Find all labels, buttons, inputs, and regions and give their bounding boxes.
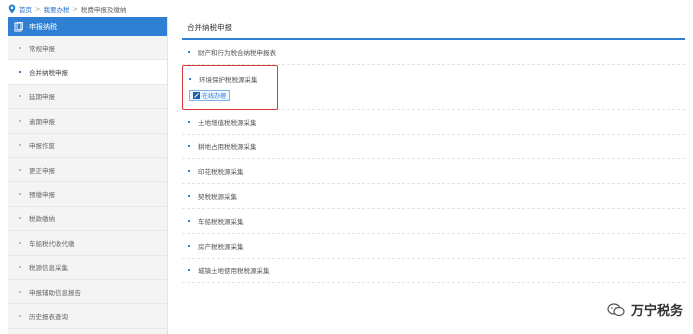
bullet-icon bbox=[19, 241, 21, 244]
breadcrumb-level2-link[interactable]: 我要办税 bbox=[43, 4, 69, 14]
sidebar-item-label: 申报辅助信息报告 bbox=[29, 288, 81, 297]
breadcrumb-separator: > bbox=[72, 5, 78, 13]
watermark: 万宁税务 bbox=[607, 300, 683, 319]
sidebar-item-combined-declaration[interactable]: 合并纳税申报 bbox=[8, 60, 167, 85]
sidebar-item-label: 车船税代收代缴 bbox=[29, 239, 75, 248]
breadcrumb-home-link[interactable]: 首页 bbox=[19, 4, 32, 14]
sidebar-item-label: 申报作废 bbox=[29, 142, 55, 151]
bullet-icon bbox=[19, 168, 21, 171]
sidebar-item-label: 合并纳税申报 bbox=[29, 69, 68, 78]
bullet-icon bbox=[188, 145, 190, 148]
breadcrumb-separator: > bbox=[35, 5, 41, 13]
sidebar-item-label: 预缴申报 bbox=[29, 191, 55, 200]
sidebar-item-overdue-declaration[interactable]: 逾期申报 bbox=[8, 109, 167, 134]
bullet-icon bbox=[188, 50, 190, 53]
list-item-label: 车船税税源采集 bbox=[198, 217, 244, 226]
location-pin-icon bbox=[8, 4, 16, 14]
breadcrumb: 首页 > 我要办税 > 税费申报及缴纳 bbox=[8, 3, 126, 15]
list-item-environmental-tax: 环境保护税税源采集 在线办理 bbox=[182, 64, 685, 110]
watermark-text: 万宁税务 bbox=[630, 304, 683, 319]
sidebar-item-auxiliary-info-report[interactable]: 申报辅助信息报告 bbox=[8, 280, 167, 305]
list-item-label: 耕地占用税税源采集 bbox=[198, 143, 257, 152]
sidebar-item-correct-declaration[interactable]: 更正申报 bbox=[8, 158, 167, 183]
bullet-icon bbox=[188, 170, 190, 173]
sidebar-item-label: 税源信息采集 bbox=[29, 264, 68, 273]
bullet-icon bbox=[19, 290, 21, 293]
list-item-label: 财产和行为税合纳税申报表 bbox=[198, 48, 276, 57]
highlight-box: 环境保护税税源采集 在线办理 bbox=[182, 64, 278, 110]
sidebar-item-label: 延期申报 bbox=[29, 93, 55, 102]
sidebar-item-deferred-declaration[interactable]: 延期申报 bbox=[8, 85, 167, 110]
main-panel: 合并纳税申报 财产和行为税合纳税申报表 环境保护税税源采集 在线办理 土地增值税… bbox=[182, 17, 685, 334]
sidebar-item-label: 历史报表查询 bbox=[29, 312, 68, 321]
sidebar-item-regular-declaration[interactable]: 常规申报 bbox=[8, 36, 167, 61]
page-title: 合并纳税申报 bbox=[182, 17, 685, 40]
list-item-label: 房产税税源采集 bbox=[198, 242, 244, 251]
bullet-icon bbox=[19, 46, 21, 49]
document-icon bbox=[14, 21, 23, 32]
edit-icon bbox=[193, 91, 200, 99]
sidebar-item-tax-payment[interactable]: 税款缴纳 bbox=[8, 207, 167, 232]
list-item-label: 契税税源采集 bbox=[198, 193, 237, 202]
sidebar-item-vehicle-tax[interactable]: 车船税代收代缴 bbox=[8, 231, 167, 256]
bullet-icon bbox=[19, 266, 21, 269]
bullet-icon bbox=[19, 314, 21, 317]
bullet-icon bbox=[19, 95, 21, 98]
bullet-icon bbox=[188, 244, 190, 247]
sidebar-header: 申报纳税 bbox=[8, 17, 167, 36]
bullet-icon bbox=[19, 217, 21, 220]
list-item-property-tax[interactable]: 房产税税源采集 bbox=[182, 234, 685, 259]
sidebar: 申报纳税 常规申报 合并纳税申报 延期申报 逾期申报 申报作废 更正申报 预缴申… bbox=[8, 17, 168, 334]
list-item-label: 土地增值税税源采集 bbox=[198, 118, 257, 127]
sidebar-item-label: 常规申报 bbox=[29, 44, 55, 53]
bullet-icon bbox=[19, 193, 21, 196]
breadcrumb-current: 税费申报及缴纳 bbox=[80, 6, 127, 14]
list-item-farmland-tax[interactable]: 耕地占用税税源采集 bbox=[182, 135, 685, 160]
bullet-icon bbox=[188, 195, 190, 198]
bullet-icon bbox=[19, 71, 21, 74]
list-item-property-behavior-tax[interactable]: 财产和行为税合纳税申报表 bbox=[182, 40, 685, 65]
list-item-label[interactable]: 环境保护税税源采集 bbox=[199, 74, 258, 84]
sidebar-header-title: 申报纳税 bbox=[29, 22, 57, 31]
bullet-icon bbox=[188, 269, 190, 272]
bullet-icon bbox=[188, 219, 190, 222]
bullet-icon bbox=[19, 119, 21, 122]
sidebar-item-label: 更正申报 bbox=[29, 166, 55, 175]
sidebar-item-tax-source-collection[interactable]: 税源信息采集 bbox=[8, 256, 167, 280]
bullet-icon bbox=[188, 120, 190, 123]
wechat-icon bbox=[607, 302, 625, 317]
list-item-vehicle-tax[interactable]: 车船税税源采集 bbox=[182, 209, 685, 234]
sidebar-item-void-declaration[interactable]: 申报作废 bbox=[8, 134, 167, 158]
list-item-land-value-tax[interactable]: 土地增值税税源采集 bbox=[182, 110, 685, 135]
sidebar-item-history-query[interactable]: 历史报表查询 bbox=[8, 304, 167, 329]
bullet-icon bbox=[189, 77, 191, 80]
list-item-stamp-tax[interactable]: 印花税税源采集 bbox=[182, 159, 685, 185]
list-item-urban-land-tax[interactable]: 城镇土地使用税税源采集 bbox=[182, 259, 685, 284]
list-item-deed-tax[interactable]: 契税税源采集 bbox=[182, 184, 685, 209]
sidebar-item-prepaid-declaration[interactable]: 预缴申报 bbox=[8, 182, 167, 207]
bullet-icon bbox=[19, 144, 21, 147]
list-item-label: 城镇土地使用税税源采集 bbox=[198, 267, 270, 276]
online-processing-button[interactable]: 在线办理 bbox=[189, 89, 231, 101]
online-processing-label: 在线办理 bbox=[202, 92, 227, 100]
list-item-label: 印花税税源采集 bbox=[198, 168, 244, 177]
sidebar-item-label: 税款缴纳 bbox=[29, 215, 55, 224]
sidebar-item-label: 逾期申报 bbox=[29, 117, 55, 126]
